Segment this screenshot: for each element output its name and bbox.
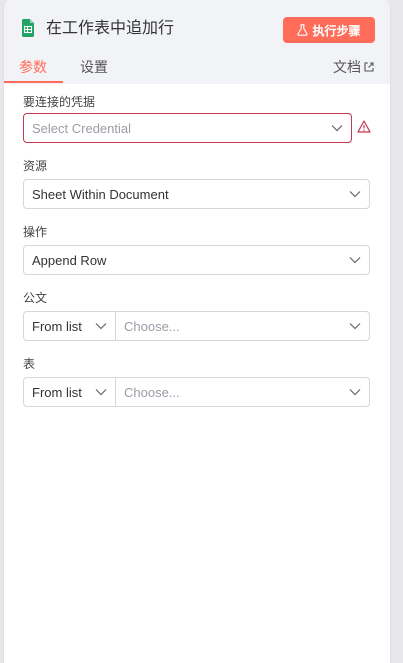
- chevron-down-icon: [95, 389, 107, 396]
- credential-select[interactable]: Select Credential: [23, 113, 352, 143]
- sheet-label: 表: [23, 357, 36, 371]
- docs-label: 文档: [333, 59, 361, 75]
- node-parameters-panel: 在工作表中追加行 执行步骤 参数 设置 文档 要连接的凭据 Select Cre…: [3, 0, 391, 663]
- docs-link[interactable]: 文档: [333, 58, 374, 76]
- chevron-down-icon: [349, 323, 361, 330]
- resource-value: Sheet Within Document: [32, 186, 169, 202]
- chevron-down-icon: [331, 125, 343, 132]
- resource-select[interactable]: Sheet Within Document: [23, 179, 370, 209]
- sheet-placeholder: Choose...: [124, 384, 180, 400]
- document-placeholder: Choose...: [124, 318, 180, 334]
- execute-step-label: 执行步骤: [312, 23, 361, 38]
- operation-value: Append Row: [32, 252, 107, 268]
- tab-bar: 参数 设置 文档: [4, 56, 390, 84]
- external-link-icon: [364, 62, 374, 72]
- tab-settings[interactable]: 设置: [80, 58, 108, 76]
- sheet-locator: From list Choose...: [23, 377, 370, 407]
- operation-label: 操作: [23, 225, 48, 239]
- document-choose-select[interactable]: Choose...: [116, 312, 369, 340]
- flask-icon: [297, 24, 309, 36]
- google-sheets-icon: [22, 19, 34, 37]
- document-label: 公文: [23, 291, 48, 305]
- execute-step-button[interactable]: 执行步骤: [283, 17, 375, 43]
- sheet-choose-select[interactable]: Choose...: [116, 378, 369, 406]
- chevron-down-icon: [95, 323, 107, 330]
- document-mode-select[interactable]: From list: [24, 312, 116, 340]
- document-mode-value: From list: [32, 318, 82, 334]
- document-locator: From list Choose...: [23, 311, 370, 341]
- panel-header: 在工作表中追加行 执行步骤 参数 设置 文档: [4, 0, 390, 84]
- resource-label: 资源: [23, 159, 48, 173]
- chevron-down-icon: [349, 191, 361, 198]
- active-tab-indicator: [4, 81, 63, 83]
- credential-placeholder: Select Credential: [32, 120, 131, 136]
- operation-select[interactable]: Append Row: [23, 245, 370, 275]
- tab-params[interactable]: 参数: [19, 58, 47, 76]
- node-title: 在工作表中追加行: [46, 20, 175, 37]
- credential-label: 要连接的凭据: [23, 95, 96, 109]
- warning-icon: [357, 120, 371, 133]
- chevron-down-icon: [349, 257, 361, 264]
- sheet-mode-value: From list: [32, 384, 82, 400]
- sheet-mode-select[interactable]: From list: [24, 378, 116, 406]
- chevron-down-icon: [349, 389, 361, 396]
